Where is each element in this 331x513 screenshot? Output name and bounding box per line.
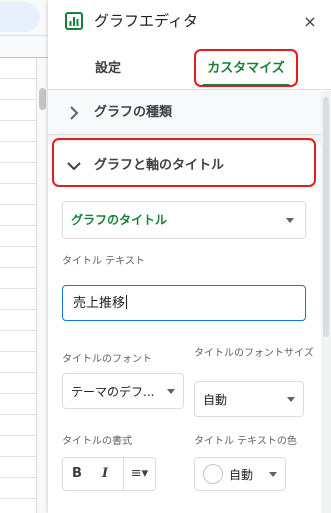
chart-icon bbox=[65, 12, 83, 30]
chevron-right-icon bbox=[70, 106, 79, 120]
title-font-dropdown[interactable]: テーマのデフ... bbox=[62, 373, 184, 409]
editor-scroll-thumb[interactable] bbox=[323, 97, 329, 337]
tab-customize[interactable]: カスタマイズ bbox=[198, 48, 294, 89]
editor-tabs: 設定 カスタマイズ bbox=[48, 48, 331, 90]
italic-button[interactable]: I bbox=[91, 458, 119, 490]
section-titles-label: グラフと軸のタイトル bbox=[94, 158, 225, 173]
title-format-toolbar: B I ≡▾ bbox=[62, 457, 156, 491]
sheet-grid[interactable] bbox=[0, 58, 36, 513]
title-font-size-value: 自動 bbox=[203, 393, 228, 407]
chevron-down-icon bbox=[67, 162, 81, 171]
close-icon[interactable]: × bbox=[298, 10, 322, 34]
title-color-value: 自動 bbox=[229, 468, 254, 482]
editor-title: グラフエディタ bbox=[94, 12, 198, 30]
title-text-value: 売上推移 bbox=[73, 295, 128, 311]
align-dropdown-button[interactable]: ≡▾ bbox=[123, 458, 155, 490]
editor-content: グラフの種類 グラフと軸のタイトル グラフのタイトル タイトル テキスト 売上推… bbox=[48, 91, 321, 513]
title-font-size-label: タイトルのフォントサイズ bbox=[194, 348, 314, 359]
title-format-label: タイトルの書式 bbox=[62, 436, 132, 447]
sheet-column-header bbox=[0, 36, 48, 58]
title-font-label: タイトルのフォント bbox=[62, 354, 152, 365]
title-text-label: タイトル テキスト bbox=[62, 256, 145, 267]
editor-header: グラフエディタ × bbox=[48, 0, 331, 44]
caret-down-icon bbox=[286, 218, 294, 223]
sheet-toolbar-area bbox=[0, 0, 48, 36]
title-font-size-dropdown[interactable]: 自動 bbox=[194, 381, 304, 417]
title-type-dropdown[interactable]: グラフのタイトル bbox=[62, 201, 306, 239]
title-color-dropdown[interactable]: 自動 bbox=[194, 457, 286, 491]
tab-setup[interactable]: 設定 bbox=[78, 48, 138, 89]
caret-down-icon bbox=[167, 389, 175, 394]
active-tab-indicator bbox=[202, 84, 290, 87]
section-titles-card: グラフと軸のタイトル グラフのタイトル タイトル テキスト 売上推移 タイトルの… bbox=[48, 141, 321, 513]
title-type-value: グラフのタイトル bbox=[71, 213, 168, 227]
section-chart-axis-titles[interactable]: グラフと軸のタイトル bbox=[48, 141, 321, 189]
spreadsheet-background bbox=[0, 0, 48, 513]
caret-down-icon bbox=[269, 472, 277, 477]
section-chart-type[interactable]: グラフの種類 bbox=[48, 91, 321, 135]
title-text-input[interactable]: 売上推移 bbox=[62, 285, 306, 321]
color-swatch bbox=[203, 464, 223, 484]
editor-scrollbar[interactable] bbox=[321, 91, 331, 513]
title-color-label: タイトル テキストの色 bbox=[194, 436, 297, 447]
bold-button[interactable]: B bbox=[63, 458, 91, 490]
section-chart-type-label: グラフの種類 bbox=[94, 105, 173, 120]
caret-down-icon bbox=[287, 397, 295, 402]
chart-editor-panel: グラフエディタ × 設定 カスタマイズ グラフの種類 グラフと軸のタイトル グラ… bbox=[48, 0, 331, 513]
sheet-scrollbar[interactable] bbox=[36, 58, 48, 513]
title-font-value: テーマのデフ... bbox=[71, 385, 155, 399]
sheet-scroll-thumb[interactable] bbox=[39, 88, 46, 110]
sheet-toolbar-pill[interactable] bbox=[0, 2, 40, 32]
